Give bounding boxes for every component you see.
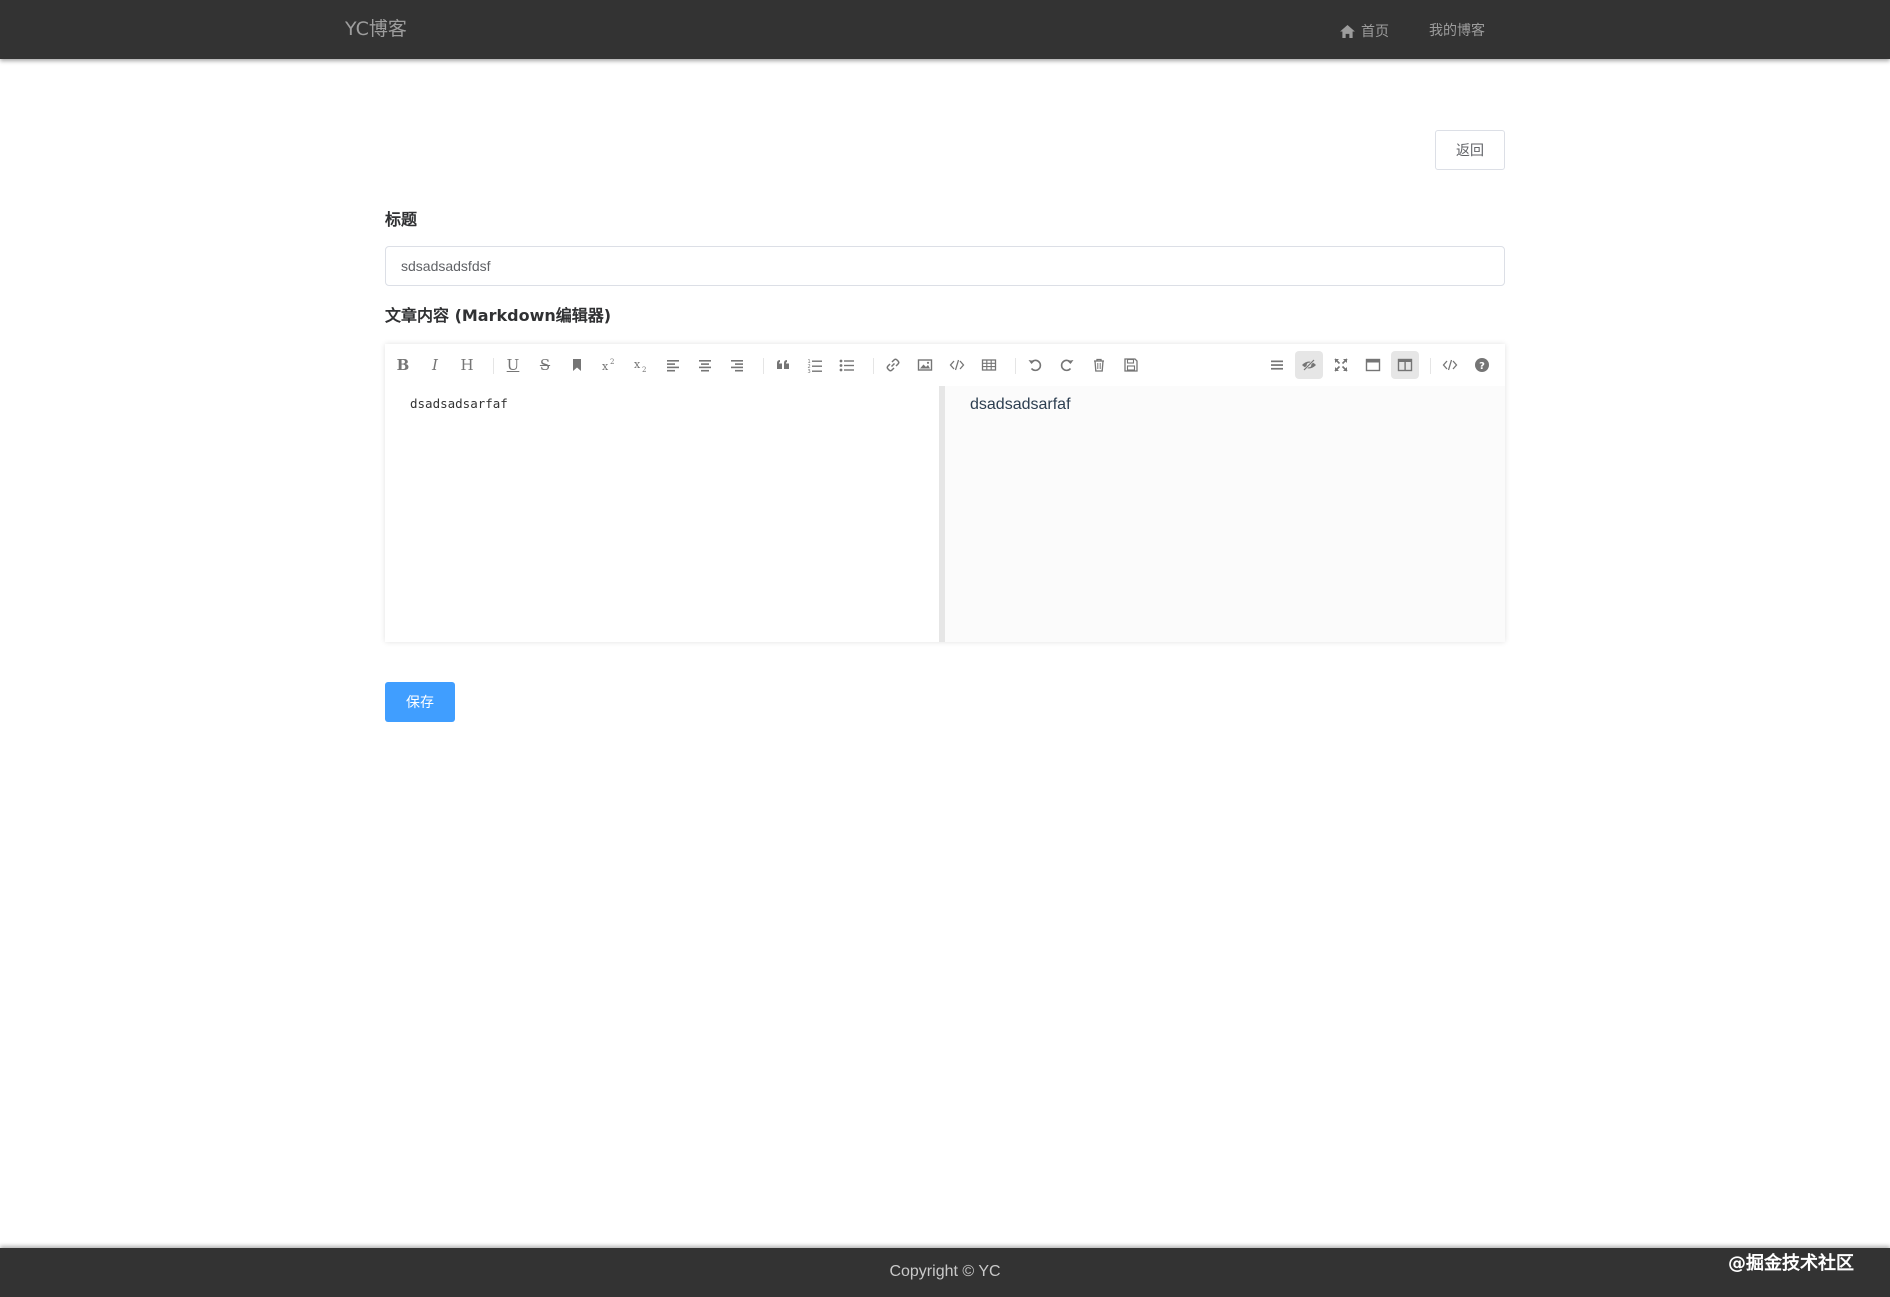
link-icon[interactable] (879, 351, 907, 379)
svg-text:x: x (634, 358, 641, 371)
align-right-icon[interactable] (723, 351, 751, 379)
bold-icon[interactable]: B (389, 351, 417, 379)
markdown-editor: B I H U S x2 x2 1 2 3 ? dsadsadsarfaf ds… (385, 344, 1505, 642)
markdown-source-pane[interactable]: dsadsadsarfaf (385, 386, 939, 642)
subscript-icon[interactable]: x2 (627, 351, 655, 379)
markdown-preview-text: dsadsadsarfaf (970, 396, 1071, 413)
italic-icon[interactable]: I (421, 351, 449, 379)
navigation-icon[interactable] (1263, 351, 1291, 379)
table-icon[interactable] (975, 351, 1003, 379)
footer: Copyright © YC (0, 1248, 1890, 1297)
fullscreen-icon[interactable] (1327, 351, 1355, 379)
underline-icon[interactable]: U (499, 351, 527, 379)
toolbar-divider (493, 358, 494, 374)
svg-text:2: 2 (610, 358, 614, 366)
markdown-preview-pane: dsadsadsarfaf (945, 386, 1505, 642)
title-input[interactable] (385, 246, 1505, 286)
align-left-icon[interactable] (659, 351, 687, 379)
read-mode-icon[interactable] (1359, 351, 1387, 379)
editor-toolbar: B I H U S x2 x2 1 2 3 ? (385, 344, 1505, 386)
content-label: 文章内容 (Markdown编辑器) (385, 306, 612, 325)
save-button[interactable]: 保存 (385, 682, 455, 722)
markdown-source-text[interactable]: dsadsadsarfaf (410, 396, 508, 411)
header-icon[interactable]: H (453, 351, 481, 379)
top-navbar: YC博客 首页 我的博客 (0, 0, 1890, 59)
unordered-list-icon[interactable] (833, 351, 861, 379)
copyright-text: Copyright © YC (889, 1263, 1001, 1280)
html-code-icon[interactable] (1436, 351, 1464, 379)
svg-text:2: 2 (642, 366, 646, 373)
strikethrough-icon[interactable]: S (531, 351, 559, 379)
toolbar-divider (763, 358, 764, 374)
toolbar-divider (1430, 358, 1431, 374)
title-label: 标题 (385, 210, 418, 229)
subfield-icon[interactable] (1391, 351, 1419, 379)
ordered-list-icon[interactable]: 123 (801, 351, 829, 379)
trash-icon[interactable] (1085, 351, 1113, 379)
align-center-icon[interactable] (691, 351, 719, 379)
brand-logo[interactable]: YC博客 (345, 17, 407, 41)
save-icon[interactable] (1117, 351, 1145, 379)
svg-text:x: x (602, 360, 609, 373)
nav-myblog-link[interactable]: 我的博客 (1429, 21, 1485, 41)
back-button[interactable]: 返回 (1435, 130, 1505, 170)
help-icon[interactable]: ? (1468, 351, 1496, 379)
mark-icon[interactable] (563, 351, 591, 379)
nav-home-link[interactable]: 首页 (1340, 21, 1389, 41)
svg-text:?: ? (1479, 361, 1485, 372)
redo-icon[interactable] (1053, 351, 1081, 379)
watermark-text: @掘金技术社区 (1728, 1253, 1854, 1274)
svg-text:3: 3 (808, 369, 811, 373)
superscript-icon[interactable]: x2 (595, 351, 623, 379)
quote-icon[interactable] (769, 351, 797, 379)
toolbar-divider (873, 358, 874, 374)
nav-home-label: 首页 (1361, 24, 1389, 40)
undo-icon[interactable] (1021, 351, 1049, 379)
code-icon[interactable] (943, 351, 971, 379)
preview-eye-icon[interactable] (1295, 351, 1323, 379)
image-icon[interactable] (911, 351, 939, 379)
home-icon (1340, 24, 1355, 38)
toolbar-divider (1015, 358, 1016, 374)
